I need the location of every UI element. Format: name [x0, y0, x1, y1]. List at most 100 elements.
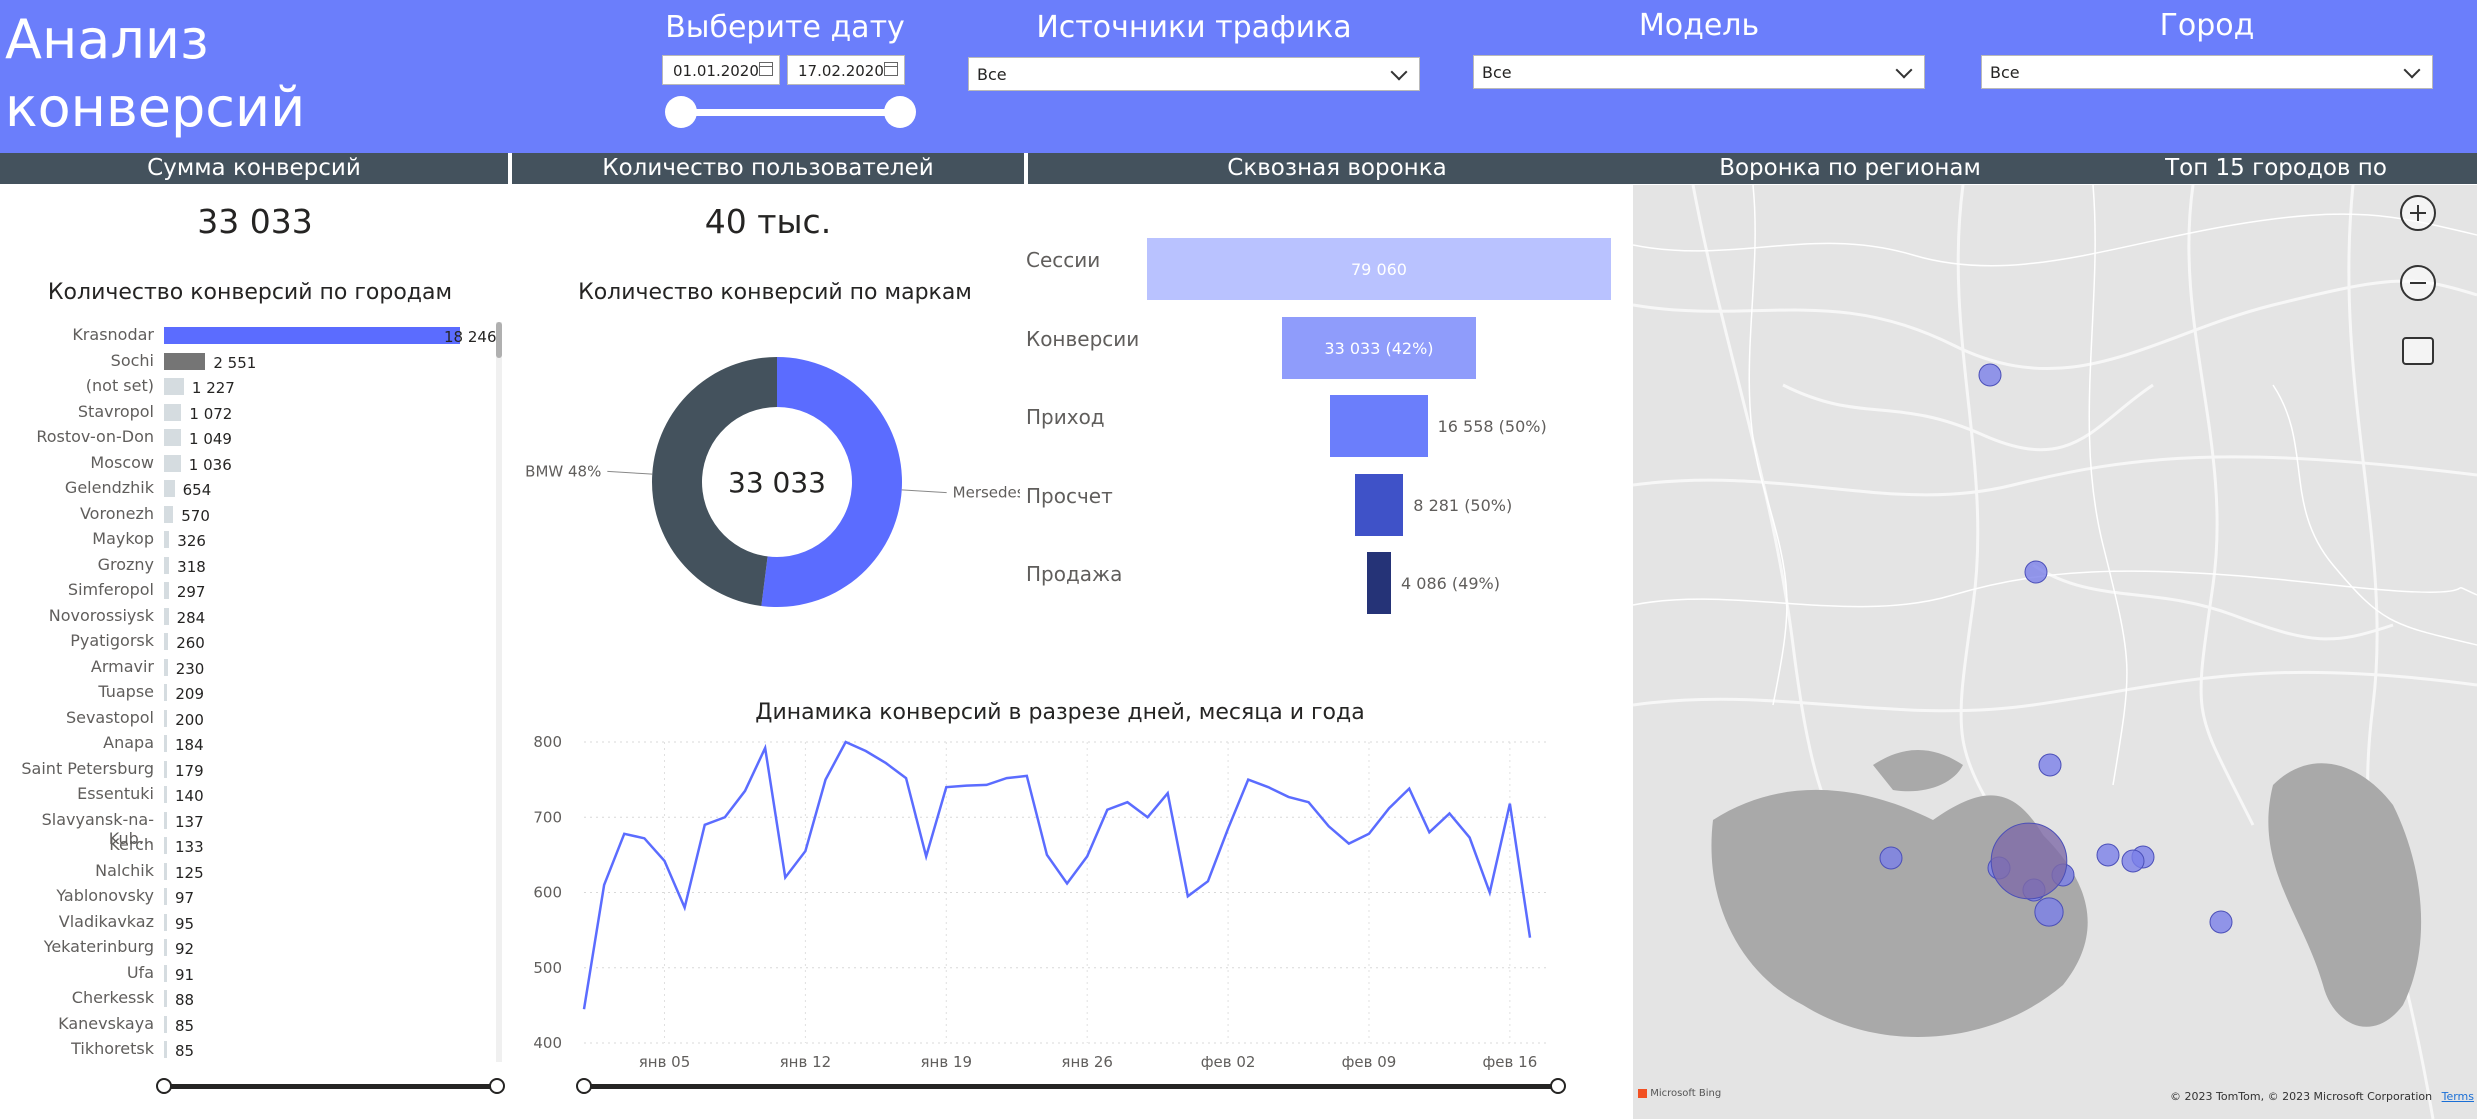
- city-bar-value: 200: [175, 710, 204, 729]
- city-bar[interactable]: [164, 862, 167, 880]
- scrollbar-thumb[interactable]: [496, 322, 502, 358]
- funnel-bar[interactable]: [1354, 473, 1404, 536]
- city-bar[interactable]: [164, 327, 460, 344]
- city-chart-scrollbar[interactable]: [496, 322, 502, 1062]
- city-bar-value: 1 049: [189, 430, 232, 448]
- city-label: Cherkessk: [71, 988, 154, 1007]
- city-label: Stavropol: [77, 401, 154, 421]
- funnel-bar[interactable]: [1367, 552, 1391, 614]
- city-bar[interactable]: [164, 454, 181, 472]
- map-bubble[interactable]: [2034, 897, 2064, 927]
- city-bar[interactable]: [164, 531, 170, 548]
- city-bar[interactable]: [164, 352, 206, 370]
- traffic-filter-label: Источники трафика: [1036, 10, 1352, 45]
- city-label: Pyatigorsk: [70, 631, 154, 650]
- city-bar[interactable]: [164, 1041, 167, 1058]
- city-value: Все: [1990, 63, 2020, 82]
- city-bar[interactable]: [164, 888, 167, 905]
- funnel-stage-label: Приход: [1026, 405, 1105, 429]
- chevron-down-icon: [2403, 61, 2421, 79]
- city-bar[interactable]: [164, 913, 167, 931]
- city-bar[interactable]: [164, 735, 167, 752]
- city-label: Nalchik: [95, 860, 154, 880]
- map-bubble[interactable]: [1990, 822, 2068, 900]
- funnel-stage-label: Сессии: [1026, 248, 1101, 272]
- y-tick-label: 700: [533, 808, 562, 826]
- city-bar[interactable]: [164, 684, 168, 701]
- city-bar-value: 18 246: [444, 328, 497, 346]
- map-bubble[interactable]: [2121, 849, 2145, 873]
- x-tick-label: янв 19: [921, 1053, 973, 1070]
- terms-link[interactable]: Terms: [2442, 1090, 2474, 1103]
- city-label: Novorossiysk: [48, 605, 154, 625]
- map-bubble[interactable]: [1978, 363, 2002, 387]
- date-axis-start-handle[interactable]: [576, 1078, 592, 1094]
- date-from-input[interactable]: 01.01.2020: [662, 55, 780, 85]
- lasso-select-icon[interactable]: [2402, 337, 2434, 365]
- city-bar[interactable]: [164, 582, 169, 599]
- date-axis-slider[interactable]: [584, 1084, 1558, 1089]
- date-filter-label: Выберите дату: [665, 10, 905, 45]
- city-range-slider[interactable]: [164, 1084, 496, 1089]
- city-bar[interactable]: [164, 964, 167, 982]
- funnel-bar[interactable]: [1330, 395, 1428, 457]
- city-bar-value: 1 072: [189, 404, 233, 423]
- city-bar[interactable]: [164, 786, 167, 803]
- map-bubble[interactable]: [2209, 910, 2233, 934]
- funnel-stage-value: 4 086 (49%): [1401, 574, 1500, 593]
- city-bar[interactable]: [164, 556, 170, 574]
- city-bar[interactable]: [164, 403, 182, 421]
- city-bar[interactable]: [164, 505, 174, 523]
- city-label: Anapa: [103, 733, 154, 752]
- city-dropdown[interactable]: Все: [1981, 55, 2433, 89]
- city-bar[interactable]: [164, 811, 167, 829]
- date-range-track[interactable]: [680, 109, 900, 116]
- city-bar[interactable]: [164, 1015, 167, 1033]
- city-bar[interactable]: [164, 658, 168, 676]
- city-bar[interactable]: [164, 607, 169, 625]
- map-attribution: © 2023 TomTom, © 2023 Microsoft Corporat…: [2170, 1090, 2474, 1103]
- city-bar[interactable]: [164, 990, 167, 1007]
- calendar-icon[interactable]: [884, 62, 898, 76]
- city-bar-value: 2 551: [213, 353, 257, 372]
- daily-line-chart: 400 500 600 700 800 янв 05 янв 12 янв 19 янв 26 ф…: [533, 733, 1550, 1070]
- city-bar[interactable]: [164, 633, 169, 650]
- region-bubble-map[interactable]: [1633, 185, 2477, 1119]
- chevron-down-icon: [1390, 63, 1408, 81]
- map-bubble[interactable]: [2024, 560, 2048, 584]
- calendar-icon[interactable]: [759, 62, 773, 76]
- city-bar[interactable]: [164, 480, 175, 497]
- city-bar-value: 85: [175, 1042, 195, 1060]
- map-bubble[interactable]: [2096, 843, 2120, 867]
- model-dropdown[interactable]: Все: [1473, 55, 1925, 89]
- city-bar-value: 209: [175, 685, 205, 703]
- city-bar[interactable]: [164, 378, 184, 395]
- city-label: Kerch: [109, 835, 154, 854]
- city-bar[interactable]: [164, 760, 167, 778]
- zoom-out-button[interactable]: [2400, 265, 2436, 301]
- city-label: Moscow: [90, 452, 154, 472]
- traffic-source-dropdown[interactable]: Все: [968, 57, 1420, 91]
- date-range-start-handle[interactable]: [665, 96, 697, 128]
- line-chart-title: Динамика конверсий в разрезе дней, месяц…: [755, 700, 1365, 725]
- city-bar[interactable]: [164, 837, 167, 854]
- date-range-end-handle[interactable]: [884, 96, 916, 128]
- conversions-series-line[interactable]: [582, 740, 1532, 1010]
- city-range-start-handle[interactable]: [156, 1078, 172, 1094]
- city-chart-title: Количество конверсий по городам: [47, 280, 453, 305]
- city-bar[interactable]: [164, 709, 168, 727]
- date-to-input[interactable]: 17.02.2020: [787, 55, 905, 85]
- city-bar[interactable]: [164, 939, 167, 956]
- city-bar-value: 88: [175, 991, 195, 1009]
- city-bar-value: 326: [177, 532, 206, 550]
- map-bubble[interactable]: [1879, 846, 1903, 870]
- zoom-in-button[interactable]: [2400, 195, 2436, 231]
- map-bubble[interactable]: [2038, 753, 2062, 777]
- city-bar-value: 133: [175, 838, 204, 856]
- x-tick-label: фев 16: [1482, 1053, 1537, 1070]
- date-axis-end-handle[interactable]: [1550, 1078, 1566, 1094]
- model-filter-label: Модель: [1638, 8, 1760, 43]
- city-range-end-handle[interactable]: [489, 1078, 505, 1094]
- donut-slice-label: BMW 48%: [525, 462, 601, 480]
- city-bar[interactable]: [164, 429, 182, 446]
